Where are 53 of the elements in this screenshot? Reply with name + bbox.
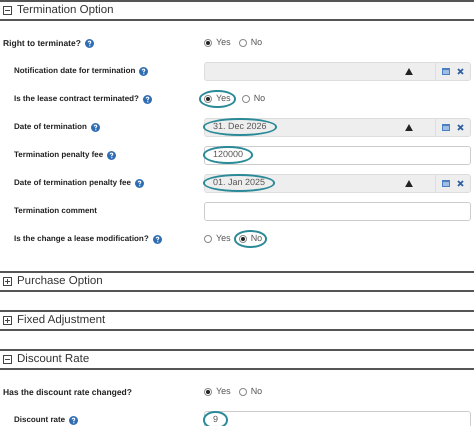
date-field[interactable]: 31. Dec 2026 bbox=[204, 118, 436, 136]
date-value: 31. Dec 2026 bbox=[203, 118, 277, 136]
radio-option[interactable]: No bbox=[238, 385, 262, 399]
expand-icon[interactable] bbox=[3, 316, 12, 325]
section-header[interactable]: Discount Rate bbox=[0, 349, 474, 370]
field-label: Date of termination bbox=[14, 121, 87, 133]
expand-icon[interactable] bbox=[3, 277, 12, 286]
field-label: Notification date for termination bbox=[14, 65, 136, 77]
radio-option[interactable]: No bbox=[242, 92, 266, 106]
field-label: Right to terminate? bbox=[3, 36, 81, 50]
field-label: Termination comment bbox=[14, 205, 97, 217]
clear-icon[interactable] bbox=[457, 180, 464, 186]
warning-icon bbox=[405, 180, 413, 186]
field-label: Is the change a lease modification? bbox=[14, 233, 149, 245]
help-icon[interactable] bbox=[142, 94, 152, 104]
text-field[interactable] bbox=[204, 202, 471, 220]
calendar-icon[interactable] bbox=[442, 123, 450, 131]
section-header[interactable]: Termination Option bbox=[0, 0, 474, 21]
help-icon[interactable] bbox=[134, 178, 144, 188]
collapse-icon[interactable] bbox=[3, 6, 12, 15]
radio-option[interactable]: No bbox=[234, 230, 268, 248]
date-field[interactable] bbox=[204, 62, 436, 80]
clear-icon[interactable] bbox=[457, 124, 464, 130]
field-value: 9 bbox=[203, 411, 228, 426]
help-icon[interactable] bbox=[139, 66, 148, 76]
warning-icon bbox=[405, 68, 413, 74]
collapse-icon[interactable] bbox=[3, 355, 12, 364]
radio-option[interactable]: Yes bbox=[199, 90, 236, 108]
text-field[interactable]: 120000 bbox=[204, 146, 471, 164]
radio-option[interactable]: Yes bbox=[204, 385, 231, 399]
help-icon[interactable] bbox=[84, 38, 94, 48]
text-field[interactable]: 9 bbox=[204, 410, 471, 426]
date-field[interactable]: 01. Jan 2025 bbox=[204, 174, 436, 192]
field-value: 120000 bbox=[203, 146, 254, 164]
field-label: Date of termination penalty fee bbox=[14, 177, 131, 189]
calendar-icon[interactable] bbox=[442, 67, 450, 75]
field-label: Has the discount rate changed? bbox=[3, 386, 132, 398]
clear-icon[interactable] bbox=[457, 68, 464, 74]
help-icon[interactable] bbox=[69, 416, 78, 424]
field-label: Termination penalty fee bbox=[14, 149, 104, 161]
field-label: Is the lease contract terminated? bbox=[14, 93, 139, 105]
section-header[interactable]: Purchase Option bbox=[0, 271, 474, 292]
help-icon[interactable] bbox=[90, 122, 100, 132]
radio-option[interactable]: No bbox=[238, 36, 262, 50]
date-value: 01. Jan 2025 bbox=[203, 174, 276, 192]
radio-option[interactable]: Yes bbox=[204, 36, 231, 50]
field-label: Discount rate bbox=[14, 414, 66, 426]
help-icon[interactable] bbox=[107, 150, 116, 160]
warning-icon bbox=[405, 124, 413, 130]
help-icon[interactable] bbox=[152, 234, 162, 244]
calendar-icon[interactable] bbox=[442, 179, 450, 187]
section-header[interactable]: Fixed Adjustment bbox=[0, 310, 474, 331]
radio-option[interactable]: Yes bbox=[204, 232, 231, 246]
